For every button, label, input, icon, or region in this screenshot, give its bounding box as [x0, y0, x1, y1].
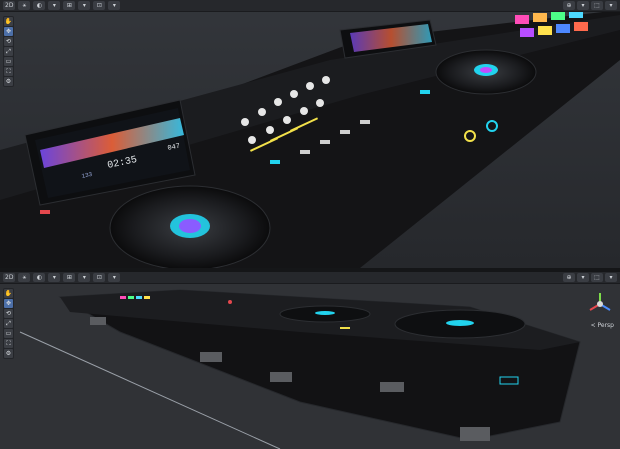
toolbar-button-gizmos[interactable]: ⊡: [93, 273, 106, 282]
toolbar-dropdown-layout[interactable]: ▾: [605, 1, 617, 10]
toolbar-dropdown-camera[interactable]: ▾: [577, 1, 589, 10]
custom-tool-icon[interactable]: ⚙: [4, 77, 13, 86]
transform-tool-icon[interactable]: ⛶: [4, 67, 13, 76]
toolbar-dropdown-gizmos[interactable]: ▾: [108, 273, 121, 282]
toolbar-dropdown-layout[interactable]: ▾: [605, 273, 617, 282]
perspective-label[interactable]: < Persp: [591, 322, 614, 329]
viewport-toolbar-bottom: 2D ⚹ ◐ ▾ ⊞ ▾ ⊡ ▾ ⊕ ▾ ⬚ ▾: [0, 272, 620, 284]
toolbar-button-shading[interactable]: ◐: [33, 273, 46, 282]
rect-tool-icon[interactable]: ▭: [4, 57, 13, 66]
red-button[interactable]: [40, 210, 50, 214]
viewport-toolbar-top: 2D ⚹ ◐ ▾ ⊞ ▾ ⊡ ▾ ⊕ ▾ ⬚ ▾: [0, 0, 620, 12]
bottom-left-jog-wheel[interactable]: [279, 305, 371, 323]
toolbar-button-light[interactable]: ⚹: [18, 1, 31, 10]
toolbar-button-shading[interactable]: ◐: [33, 1, 46, 10]
hand-tool-icon[interactable]: ✋: [4, 289, 13, 298]
custom-tool-icon[interactable]: ⚙: [4, 349, 13, 358]
scene-viewport-top[interactable]: 02:35 133 047 2D ⚹ ◐ ▾ ⊞ ▾ ⊡ ▾ ⊕ ▾ ⬚ ▾ ✋…: [0, 0, 620, 268]
dj-controller-render-bottom: [0, 272, 620, 449]
toolbar-dropdown-shading[interactable]: ▾: [48, 273, 61, 282]
dj-controller-render-top: 02:35 133 047: [0, 0, 620, 268]
toolbar-button-camera[interactable]: ⊕: [563, 273, 575, 282]
left-jog-wheel[interactable]: [109, 185, 271, 268]
move-tool-icon[interactable]: ✥: [4, 27, 13, 36]
scale-tool-icon[interactable]: ⤢: [4, 319, 13, 328]
toolbar-dropdown-camera[interactable]: ▾: [577, 273, 589, 282]
toolbar-dropdown-shading[interactable]: ▾: [48, 1, 61, 10]
rotate-tool-icon[interactable]: ⟲: [4, 309, 13, 318]
toolbar-button-2d[interactable]: 2D: [3, 273, 16, 282]
bottom-right-jog-wheel[interactable]: [394, 309, 526, 339]
bottom-yellow-indicator: [340, 327, 350, 329]
move-tool-icon[interactable]: ✥: [4, 299, 13, 308]
hand-tool-icon[interactable]: ✋: [4, 17, 13, 26]
tool-palette-top: ✋ ✥ ⟲ ⤢ ▭ ⛶ ⚙: [3, 16, 14, 87]
toolbar-button-layout[interactable]: ⬚: [591, 273, 603, 282]
toolbar-dropdown-gizmos[interactable]: ▾: [108, 1, 121, 10]
scene-viewport-bottom[interactable]: 2D ⚹ ◐ ▾ ⊞ ▾ ⊡ ▾ ⊕ ▾ ⬚ ▾ ✋ ✥ ⟲ ⤢ ▭ ⛶ ⚙ <…: [0, 272, 620, 449]
bottom-red-indicator: [228, 300, 232, 304]
toolbar-button-layout[interactable]: ⬚: [591, 1, 603, 10]
toolbar-button-camera[interactable]: ⊕: [563, 1, 575, 10]
scale-tool-icon[interactable]: ⤢: [4, 47, 13, 56]
toolbar-button-grid[interactable]: ⊞: [63, 1, 76, 10]
rotate-tool-icon[interactable]: ⟲: [4, 37, 13, 46]
transform-tool-icon[interactable]: ⛶: [4, 339, 13, 348]
toolbar-button-2d[interactable]: 2D: [3, 1, 16, 10]
toolbar-button-grid[interactable]: ⊞: [63, 273, 76, 282]
orientation-gizmo-icon[interactable]: [586, 290, 614, 318]
toolbar-button-gizmos[interactable]: ⊡: [93, 1, 106, 10]
right-jog-wheel[interactable]: [435, 49, 537, 95]
toolbar-button-light[interactable]: ⚹: [18, 273, 31, 282]
tool-palette-bottom: ✋ ✥ ⟲ ⤢ ▭ ⛶ ⚙: [3, 288, 14, 359]
rect-tool-icon[interactable]: ▭: [4, 329, 13, 338]
toolbar-dropdown-grid[interactable]: ▾: [78, 273, 91, 282]
toolbar-dropdown-grid[interactable]: ▾: [78, 1, 91, 10]
